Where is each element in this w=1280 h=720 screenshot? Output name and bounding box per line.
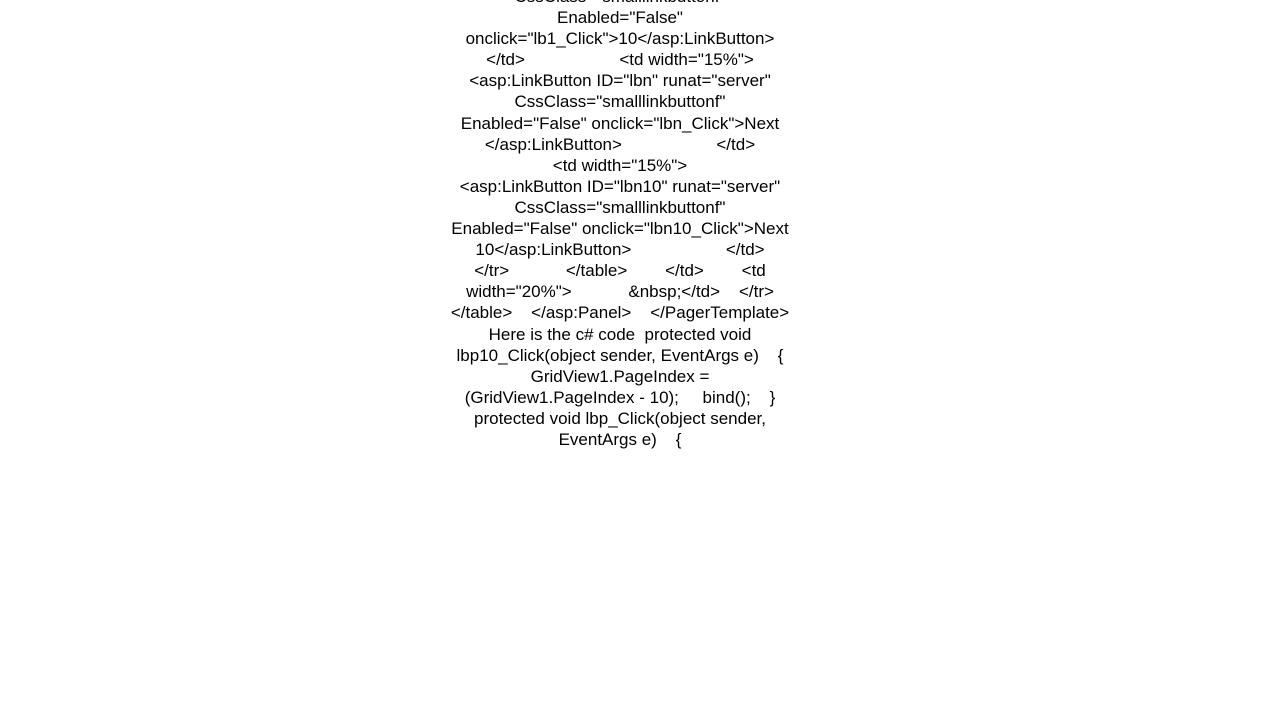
code-text-block: CssClass="smalllinkbuttonf" Enabled="Fal…	[450, 0, 790, 449]
page-viewport: CssClass="smalllinkbuttonf" Enabled="Fal…	[0, 0, 1280, 720]
